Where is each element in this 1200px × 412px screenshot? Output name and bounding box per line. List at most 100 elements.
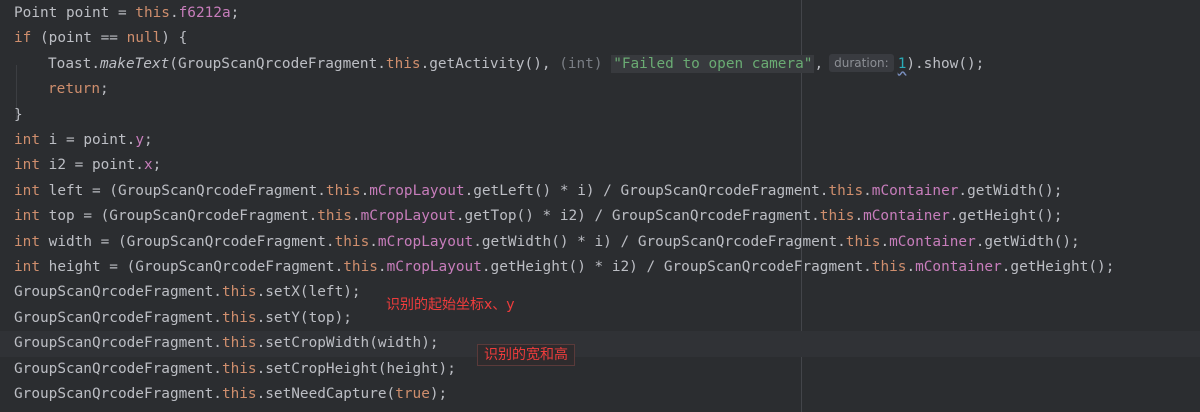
keyword-token: this <box>221 284 257 301</box>
code-token: . <box>351 208 361 225</box>
code-line-13[interactable]: GroupScanQrcodeFragment.this.setY(top); <box>0 306 1200 331</box>
keyword-token: int <box>14 233 40 250</box>
code-line-16[interactable]: GroupScanQrcodeFragment.this.setNeedCapt… <box>0 382 1200 407</box>
code-line-7[interactable]: int i2 = point.x; <box>0 153 1200 178</box>
code-line-2[interactable]: if (point == null) { <box>0 26 1200 51</box>
keyword-token: int <box>14 259 40 275</box>
code-line-11[interactable]: int height = (GroupScanQrcodeFragment.th… <box>0 255 1200 280</box>
code-token: .getTop() * i2) / GroupScanQrcodeFragmen… <box>455 208 820 225</box>
field-token: x <box>143 157 153 174</box>
code-line-6[interactable]: int i = point.y; <box>0 128 1200 153</box>
code-token: GroupScanQrcodeFragment. <box>14 335 222 352</box>
code-token: (GroupScanQrcodeFragment. <box>169 55 386 72</box>
keyword-token: this <box>221 386 257 402</box>
code-token: .getLeft() * i) / GroupScanQrcodeFragmen… <box>464 182 829 199</box>
code-token: ; <box>152 157 162 174</box>
field-token: mContainer <box>871 182 959 199</box>
code-token: left = (GroupScanQrcodeFragment. <box>40 182 326 199</box>
code-token: . <box>906 259 916 275</box>
code-line-9[interactable]: int top = (GroupScanQrcodeFragment.this.… <box>0 204 1200 229</box>
keyword-token: this <box>221 309 257 326</box>
code-token: GroupScanQrcodeFragment. <box>14 360 222 377</box>
code-token: width = (GroupScanQrcodeFragment. <box>40 233 335 250</box>
keyword-token: this <box>819 208 855 225</box>
code-token: . <box>377 259 387 275</box>
code-line-3[interactable]: Toast.makeText(GroupScanQrcodeFragment.t… <box>0 52 1200 96</box>
code-token: ; <box>143 132 153 148</box>
field-token: mContainer <box>915 259 1002 275</box>
code-token: Point point = <box>14 5 136 21</box>
field-token: mCropLayout <box>377 233 474 250</box>
code-token: .getHeight(); <box>949 208 1063 225</box>
code-editor[interactable]: Point point = this.f6212a; if (point == … <box>0 0 1200 412</box>
keyword-token: int <box>14 208 40 225</box>
code-token: .getHeight(); <box>1001 259 1115 275</box>
code-token: .getActivity(), <box>420 55 560 72</box>
code-token: top = (GroupScanQrcodeFragment. <box>40 208 318 225</box>
keyword-token: int <box>14 157 40 174</box>
code-token: i = point. <box>40 132 136 148</box>
code-token: .setNeedCapture( <box>256 386 396 402</box>
code-token: (point == <box>31 30 127 47</box>
keyword-token: true <box>395 386 430 402</box>
method-token: makeText <box>99 55 170 72</box>
keyword-token: this <box>845 233 881 250</box>
annotation-width-height: 识别的宽和高 <box>477 344 575 366</box>
code-token: GroupScanQrcodeFragment. <box>14 284 222 301</box>
code-token: , <box>814 55 824 72</box>
keyword-token: this <box>221 360 257 377</box>
code-token: .setCropHeight(height); <box>256 360 456 377</box>
code-token: .getHeight() * i2) / GroupScanQrcodeFrag… <box>481 259 872 275</box>
code-token: .getWidth() * i) / GroupScanQrcodeFragme… <box>473 233 846 250</box>
code-token: .getWidth(); <box>975 233 1080 250</box>
code-line-15[interactable]: GroupScanQrcodeFragment.this.setCropHeig… <box>0 357 1200 382</box>
code-token: . <box>880 233 890 250</box>
keyword-token: null <box>126 30 162 47</box>
field-token: mCropLayout <box>360 208 456 225</box>
code-token: } <box>14 106 23 123</box>
keyword-token: this <box>317 208 352 225</box>
code-token: GroupScanQrcodeFragment. <box>14 386 222 402</box>
field-token: f6212a <box>178 5 231 21</box>
code-token: . <box>863 182 872 199</box>
keyword-token: this <box>221 335 257 352</box>
code-token: i2 = point. <box>40 157 144 174</box>
code-line-4[interactable]: return; <box>0 77 1200 122</box>
keyword-token: this <box>325 182 361 199</box>
keyword-token: int <box>14 132 40 148</box>
keyword-token: this <box>135 5 170 21</box>
code-token: height = (GroupScanQrcodeFragment. <box>40 259 344 275</box>
code-token: .setCropWidth(width); <box>256 335 439 352</box>
code-line-12[interactable]: GroupScanQrcodeFragment.this.setX(left); <box>0 280 1200 305</box>
keyword-token: return <box>48 81 100 98</box>
keyword-token: this <box>871 259 907 275</box>
annotation-start-coordinates: 识别的起始坐标x、y <box>386 297 515 313</box>
code-token: Toast. <box>48 55 100 72</box>
code-line-14[interactable]: GroupScanQrcodeFragment.this.setCropWidt… <box>0 331 1200 357</box>
code-token: GroupScanQrcodeFragment. <box>14 309 222 326</box>
keyword-token: this <box>334 233 370 250</box>
code-token: .setY(top); <box>256 309 352 326</box>
code-token: . <box>369 233 378 250</box>
keyword-token: int <box>14 182 40 199</box>
code-token: ; <box>230 5 240 21</box>
code-token: ); <box>429 386 448 402</box>
keyword-token: if <box>14 30 32 47</box>
parameter-hint: duration: <box>829 53 894 72</box>
code-line-8[interactable]: int left = (GroupScanQrcodeFragment.this… <box>0 179 1200 204</box>
code-line-5[interactable]: } <box>0 103 1200 128</box>
field-token: mCropLayout <box>386 259 482 275</box>
code-line-10[interactable]: int width = (GroupScanQrcodeFragment.thi… <box>0 230 1200 255</box>
code-line-1[interactable]: Point point = this.f6212a; <box>0 1 1200 26</box>
code-token: . <box>169 5 179 21</box>
code-token: . <box>854 208 864 225</box>
field-token: mContainer <box>889 233 976 250</box>
field-token: mCropLayout <box>369 182 465 199</box>
keyword-token: this <box>828 182 864 199</box>
field-token: mContainer <box>863 208 950 225</box>
keyword-token: this <box>385 55 421 72</box>
string-literal: "Failed to open camera" <box>611 54 815 73</box>
keyword-token: this <box>343 259 378 275</box>
code-token: ).show(); <box>906 55 985 72</box>
